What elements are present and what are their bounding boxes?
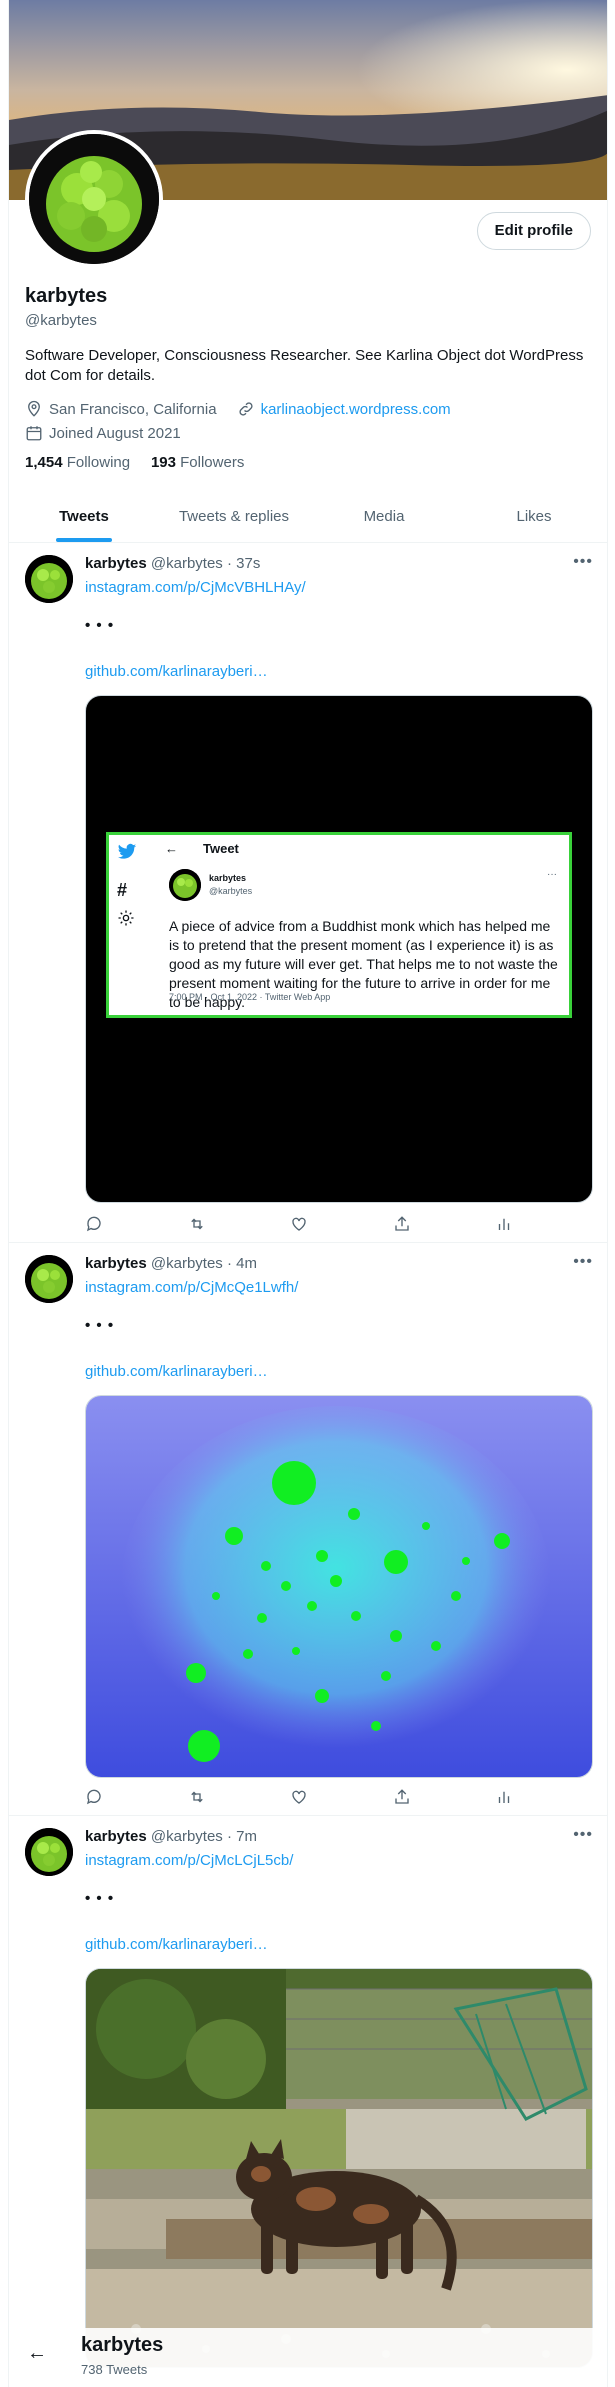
tweet-link-instagram[interactable]: instagram.com/p/CjMcVBHLHAy/	[85, 579, 306, 596]
tweet-link-instagram[interactable]: instagram.com/p/CjMcLCjL5cb/	[85, 1852, 293, 1869]
gear-icon	[118, 910, 134, 926]
tab-likes[interactable]: Likes	[459, 490, 607, 542]
tweet-image[interactable]: # ← Tweet karbytes @karbytes ··· A piece…	[85, 695, 593, 1203]
tweet-link-github[interactable]: github.com/karlinarayberi…	[85, 1936, 268, 1953]
analytics-icon[interactable]	[495, 1788, 515, 1808]
hashtag-icon: #	[117, 880, 128, 900]
tweet-author-handle[interactable]: @karbytes	[151, 1828, 223, 1845]
embedded-author-handle: @karbytes	[209, 886, 253, 896]
tweet-dots: • • •	[85, 1890, 115, 1907]
tweet[interactable]: karbytes @karbytes · 37s ••• instagram.c…	[9, 543, 607, 1243]
tweet-link-github[interactable]: github.com/karlinarayberi…	[85, 1363, 268, 1380]
profile-website-link[interactable]: karlinaobject.wordpress.com	[261, 401, 451, 418]
tab-tweets-replies[interactable]: Tweets & replies	[159, 490, 309, 542]
more-icon[interactable]: •••	[573, 1826, 593, 1844]
bottom-tweet-count: 738 Tweets	[81, 2362, 148, 2377]
like-icon[interactable]	[290, 1215, 310, 1235]
tweet[interactable]: karbytes @karbytes · 4m ••• instagram.co…	[9, 1243, 607, 1816]
profile-tabs: Tweets Tweets & replies Media Likes	[9, 490, 607, 543]
back-arrow-icon[interactable]: ←	[27, 2342, 47, 2365]
profile-handle: @karbytes	[25, 312, 97, 329]
tweet-avatar[interactable]	[25, 1255, 73, 1303]
tweet-timestamp[interactable]: · 7m	[227, 1828, 257, 1845]
tweet-author-name[interactable]: karbytes	[85, 555, 147, 572]
twitter-bird-icon	[117, 843, 137, 859]
tweet-image[interactable]	[85, 1395, 593, 1778]
share-icon[interactable]	[393, 1788, 413, 1808]
tweet-dots: • • •	[85, 617, 115, 634]
tab-tweets[interactable]: Tweets	[9, 490, 159, 542]
tweet-header: karbytes @karbytes · 37s	[85, 555, 260, 572]
profile-avatar[interactable]	[25, 130, 163, 268]
more-icon[interactable]: •••	[573, 1253, 593, 1271]
tweet-link-github[interactable]: github.com/karlinarayberi…	[85, 663, 268, 680]
tweet-header: karbytes @karbytes · 4m	[85, 1255, 257, 1272]
retweet-icon[interactable]	[188, 1215, 208, 1235]
profile-joined-row: Joined August 2021	[25, 424, 181, 442]
tweet-author-name[interactable]: karbytes	[85, 1828, 147, 1845]
calendar-icon	[26, 426, 42, 441]
tweet-dots: • • •	[85, 1317, 115, 1334]
tab-media[interactable]: Media	[309, 490, 459, 542]
tweet-author-handle[interactable]: @karbytes	[151, 555, 223, 572]
followers-link[interactable]: 193 Followers	[151, 454, 244, 471]
profile-location: San Francisco, California	[49, 400, 217, 418]
tweet-header: karbytes @karbytes · 7m	[85, 1828, 257, 1845]
tweet-image[interactable]	[85, 1968, 593, 2368]
tweet-avatar[interactable]	[25, 555, 73, 603]
back-arrow-icon: ←	[165, 841, 178, 856]
embedded-avatar	[169, 869, 201, 901]
bottom-profile-name: karbytes	[81, 2334, 164, 2356]
follow-stats: 1,454 Following 193 Followers	[25, 454, 244, 471]
tweet-timestamp[interactable]: · 37s	[227, 555, 260, 572]
embedded-title: Tweet	[203, 841, 239, 856]
following-link[interactable]: 1,454 Following	[25, 454, 130, 471]
share-icon[interactable]	[393, 1215, 413, 1235]
like-icon[interactable]	[290, 1788, 310, 1808]
tweet-author-handle[interactable]: @karbytes	[151, 1255, 223, 1272]
analytics-icon[interactable]	[495, 1215, 515, 1235]
embedded-more-icon: ···	[547, 869, 557, 880]
profile-page: Edit profile karbytes @karbytes Software…	[8, 0, 608, 2387]
location-icon	[28, 400, 40, 417]
tweet-author-name[interactable]: karbytes	[85, 1255, 147, 1272]
tweet-actions	[85, 1788, 515, 1808]
embedded-timestamp: 7:00 PM · Oct 1, 2022 · Twitter Web App	[169, 992, 331, 1002]
profile-meta-row: San Francisco, California karlinaobject.…	[25, 400, 451, 418]
bottom-profile-bar: ← karbytes 738 Tweets	[9, 2328, 607, 2387]
tweet-link-instagram[interactable]: instagram.com/p/CjMcQe1Lwfh/	[85, 1279, 298, 1296]
edit-profile-button[interactable]: Edit profile	[476, 212, 591, 250]
retweet-icon[interactable]	[188, 1788, 208, 1808]
reply-icon[interactable]	[85, 1788, 105, 1808]
profile-name: karbytes	[25, 285, 108, 307]
tweet[interactable]: karbytes @karbytes · 7m ••• instagram.co…	[9, 1816, 607, 2387]
profile-bio: Software Developer, Consciousness Resear…	[25, 347, 584, 384]
more-icon[interactable]: •••	[573, 553, 593, 571]
tweet-actions	[85, 1215, 515, 1235]
profile-joined: Joined August 2021	[49, 424, 181, 442]
tweet-timestamp[interactable]: · 4m	[227, 1255, 257, 1272]
link-icon	[239, 402, 253, 416]
embedded-author-name: karbytes	[209, 873, 247, 883]
embedded-sidebar: #	[117, 843, 137, 932]
reply-icon[interactable]	[85, 1215, 105, 1235]
embedded-tweet-screenshot: # ← Tweet karbytes @karbytes ··· A piece…	[106, 832, 572, 1018]
tweet-avatar[interactable]	[25, 1828, 73, 1876]
